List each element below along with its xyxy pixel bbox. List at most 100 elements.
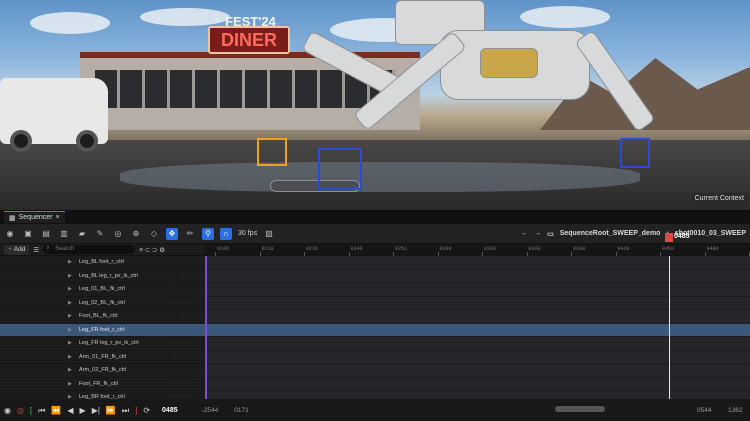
diner-sign: DINER bbox=[208, 26, 290, 54]
record-icon[interactable]: ◎ bbox=[17, 406, 24, 415]
track-toggle-icons[interactable]: ◦◦◦ bbox=[174, 354, 195, 360]
ruler-tick-line bbox=[304, 251, 305, 256]
render-icon[interactable]: ▥ bbox=[58, 228, 70, 240]
tab-sequencer[interactable]: ▦ Sequencer × bbox=[4, 211, 65, 223]
track-label: Foot_FR_fk_ctrl bbox=[79, 380, 119, 387]
expand-arrow-icon[interactable]: ▶ bbox=[68, 381, 72, 387]
control-gizmo-blue[interactable] bbox=[318, 148, 362, 190]
view-options-icon[interactable]: ≡ ⊂ ⊃ ⚙ bbox=[139, 246, 165, 254]
expand-arrow-icon[interactable]: ▶ bbox=[68, 367, 72, 373]
track-toggle-icons[interactable]: ◦◦◦ bbox=[174, 381, 195, 387]
track-label: Leg_FR leg_r_pv_ik_ctrl bbox=[79, 340, 139, 347]
visibility-icon[interactable]: ◎ bbox=[112, 228, 124, 240]
track-toggle-icons[interactable]: ◦◦◦ bbox=[174, 259, 195, 265]
key-icon[interactable]: ◇ bbox=[148, 228, 160, 240]
play-icon[interactable]: ▶ bbox=[80, 406, 86, 415]
world-icon[interactable]: ◉ bbox=[4, 228, 16, 240]
track-row[interactable]: ▶ Leg_FR foot_r_ctrl ◦◦◦ bbox=[0, 323, 205, 337]
ruler-tick-line bbox=[393, 251, 394, 256]
ruler-tick-line bbox=[437, 251, 439, 256]
track-row[interactable]: ▶ Leg_BL leg_r_pv_ik_ctrl ◦◦◦ bbox=[0, 270, 205, 283]
playhead-line[interactable] bbox=[669, 256, 670, 399]
track-timeline[interactable] bbox=[205, 256, 750, 405]
camera-icon[interactable]: ▰ bbox=[76, 228, 88, 240]
ruler-tick-line bbox=[615, 251, 617, 256]
next-frame-icon[interactable]: ▶| bbox=[92, 406, 100, 415]
transform-icon[interactable]: ⊕ bbox=[130, 228, 142, 240]
ruler-tick-line bbox=[482, 251, 483, 256]
breadcrumb: ← → ▭ SequenceRoot_SWEEP_demo › shot0010… bbox=[521, 230, 746, 238]
track-row[interactable]: ▶ Arm_02_FR_fk_ctrl ◦◦◦ bbox=[0, 364, 205, 378]
control-gizmo-orange[interactable] bbox=[257, 138, 287, 166]
expand-arrow-icon[interactable]: ▶ bbox=[68, 300, 72, 306]
track-toggle-icons[interactable]: ◦◦◦ bbox=[174, 286, 195, 292]
fps-dropdown[interactable]: 30 fps bbox=[238, 230, 257, 237]
back-icon[interactable]: ← bbox=[521, 230, 528, 237]
track-toggle-icons[interactable]: ◦◦◦ bbox=[174, 327, 195, 333]
ruler-tick-label: 0252 bbox=[395, 245, 408, 252]
range-start-field[interactable]: -2544 bbox=[202, 407, 219, 414]
magnet-icon[interactable]: ∩ bbox=[220, 227, 232, 240]
range-in-field[interactable]: 0171 bbox=[234, 407, 248, 414]
transport-bar: ◉ ◎ [ ⏮ ⏪ ◀ ▶ ▶| ⏩ ⏭ ] ⟳ 0485 -2544 0171… bbox=[0, 400, 750, 421]
curve-editor-icon[interactable]: ▧ bbox=[263, 228, 275, 240]
breadcrumb-root[interactable]: SequenceRoot_SWEEP_demo bbox=[560, 230, 661, 237]
tab-label: Sequencer bbox=[18, 214, 53, 221]
ruler-tick-label: 0420 bbox=[617, 245, 630, 252]
loop-icon[interactable]: ⟳ bbox=[143, 406, 150, 415]
filter-icon[interactable]: ☰ bbox=[33, 246, 39, 254]
playhead-handle[interactable] bbox=[665, 232, 673, 242]
folder-icon: ▭ bbox=[547, 230, 554, 238]
track-toggle-icons[interactable]: ◦◦◦ bbox=[174, 313, 195, 319]
track-search-input[interactable]: Search bbox=[43, 244, 136, 254]
prev-key-icon[interactable]: ⏪ bbox=[51, 406, 61, 415]
track-row[interactable]: ▶ Leg_FR leg_r_pv_ik_ctrl ◦◦◦ bbox=[0, 337, 205, 351]
track-row[interactable]: ▶ Leg_BL foot_r_ctrl ◦◦◦ bbox=[0, 256, 205, 270]
record-mode-icon[interactable]: ◉ bbox=[4, 406, 11, 415]
current-frame[interactable]: 0485 bbox=[162, 407, 178, 414]
expand-arrow-icon[interactable]: ▶ bbox=[68, 327, 72, 333]
next-key-icon[interactable]: ⏩ bbox=[106, 406, 116, 415]
level-viewport[interactable]: FEST'24 DINER Current Context bbox=[0, 0, 750, 210]
forward-icon[interactable]: → bbox=[534, 230, 541, 237]
track-toggle-icons[interactable]: ◦◦◦ bbox=[174, 273, 195, 279]
ruler-tick-label: 0300 bbox=[439, 245, 452, 252]
expand-arrow-icon[interactable]: ▶ bbox=[68, 259, 72, 265]
timeline-scrollbar[interactable] bbox=[555, 406, 605, 412]
range-out-field[interactable]: 0544 bbox=[697, 407, 711, 414]
add-track-button[interactable]: + Add bbox=[4, 244, 30, 255]
pen-icon[interactable]: ✏ bbox=[184, 228, 196, 240]
track-toggle-icons[interactable]: ◦◦◦ bbox=[174, 367, 195, 373]
browse-icon[interactable]: ▤ bbox=[40, 228, 52, 240]
control-gizmo-blue-right[interactable] bbox=[620, 138, 650, 168]
jump-end-icon[interactable]: ⏭ bbox=[122, 406, 129, 416]
track-row[interactable]: ▶ Arm_01_FR_fk_ctrl ◦◦◦ bbox=[0, 351, 205, 364]
track-row[interactable]: ▶ Foot_FR_fk_ctrl ◦◦◦ bbox=[0, 378, 205, 391]
expand-arrow-icon[interactable]: ▶ bbox=[68, 313, 72, 319]
select-mode-icon[interactable]: ✥ bbox=[166, 227, 178, 240]
track-row[interactable]: ▶ Leg_02_BL_fk_ctrl ◦◦◦ bbox=[0, 297, 205, 310]
ruler-tick-line bbox=[526, 251, 528, 256]
track-toggle-icons[interactable]: ◦◦◦ bbox=[174, 340, 195, 346]
range-start-icon[interactable]: [ bbox=[30, 406, 32, 415]
track-toggle-icons[interactable]: ◦◦◦ bbox=[174, 300, 195, 306]
range-end-field[interactable]: 1362 bbox=[728, 407, 742, 414]
prev-frame-icon[interactable]: ◀ bbox=[67, 406, 73, 415]
snap-icon[interactable]: ⚲ bbox=[202, 227, 214, 240]
expand-arrow-icon[interactable]: ▶ bbox=[68, 340, 72, 346]
expand-arrow-icon[interactable]: ▶ bbox=[68, 286, 72, 292]
expand-arrow-icon[interactable]: ▶ bbox=[68, 354, 72, 360]
playhead-frame-label: 0485 bbox=[674, 232, 690, 240]
ruler-tick-label: 0216 bbox=[306, 245, 319, 252]
expand-arrow-icon[interactable]: ▶ bbox=[68, 273, 72, 279]
range-end-icon[interactable]: ] bbox=[135, 406, 137, 415]
jump-start-icon[interactable]: ⏮ bbox=[38, 406, 45, 416]
ruler-tick-line bbox=[704, 251, 706, 256]
current-context-badge: Current Context bbox=[690, 193, 748, 204]
track-row[interactable]: ▶ Foot_BL_fk_ctrl ◦◦◦ bbox=[0, 310, 205, 324]
tools-icon[interactable]: ✎ bbox=[94, 228, 106, 240]
time-ruler[interactable]: 0186 0210 0216 0240 0252 0300 0330 0360 0390 0420… bbox=[205, 232, 750, 256]
track-row[interactable]: ▶ Leg_01_BL_fk_ctrl ◦◦◦ bbox=[0, 283, 205, 297]
close-icon[interactable]: × bbox=[55, 214, 59, 221]
save-icon[interactable]: ▣ bbox=[22, 228, 34, 240]
